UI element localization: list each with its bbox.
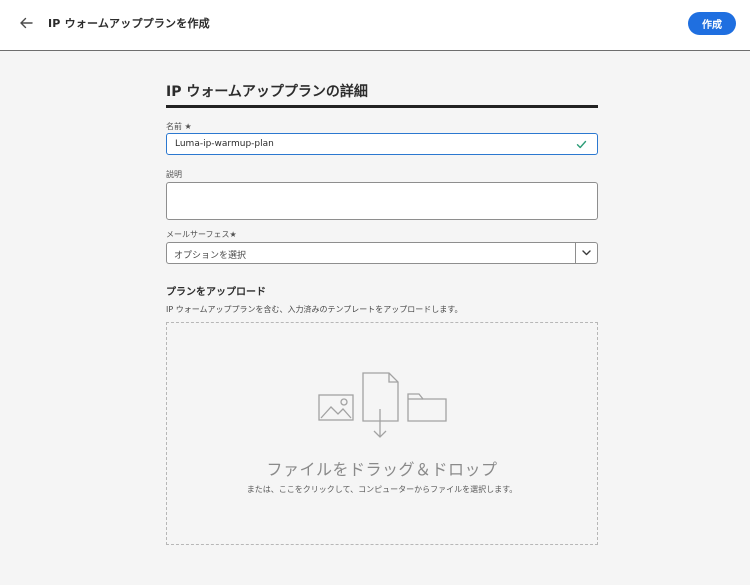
email-surface-select[interactable]: オプションを選択: [166, 242, 598, 264]
name-label: 名前 ★: [166, 122, 192, 131]
details-section-title: IP ウォームアッププランの詳細: [166, 84, 368, 100]
file-dropzone[interactable]: ファイルをドラッグ＆ドロップ または、ここをクリックして、コンピューターからファ…: [166, 322, 598, 545]
image-icon: [318, 394, 354, 421]
folder-icon: [407, 393, 447, 422]
name-value: Luma-ip-warmup-plan: [175, 139, 274, 149]
create-button[interactable]: 作成: [688, 12, 736, 35]
back-button[interactable]: [15, 12, 37, 34]
top-bar: IP ウォームアッププランを作成 作成: [0, 0, 750, 51]
description-label: 説明: [166, 170, 182, 179]
name-field[interactable]: Luma-ip-warmup-plan: [166, 133, 598, 155]
upload-illustration: [318, 372, 447, 438]
surface-label: メールサーフェス★: [166, 230, 237, 239]
page-title: IP ウォームアッププランを作成: [48, 17, 210, 30]
download-arrow-icon: [373, 409, 387, 438]
chevron-down-icon: [582, 250, 591, 256]
upload-description: IP ウォームアッププランを含む、入力済みのテンプレートをアップロードします。: [166, 305, 463, 314]
drop-subtitle: または、ここをクリックして、コンピューターからファイルを選択します。: [246, 485, 518, 494]
upload-section-title: プランをアップロード: [166, 287, 266, 298]
description-field[interactable]: [166, 182, 598, 220]
back-arrow-icon: [20, 17, 33, 29]
section-divider: [166, 105, 598, 108]
surface-placeholder: オプションを選択: [174, 251, 247, 261]
drop-title: ファイルをドラッグ＆ドロップ: [266, 460, 498, 479]
checkmark-icon: [576, 140, 587, 149]
dropdown-button[interactable]: [575, 243, 597, 263]
